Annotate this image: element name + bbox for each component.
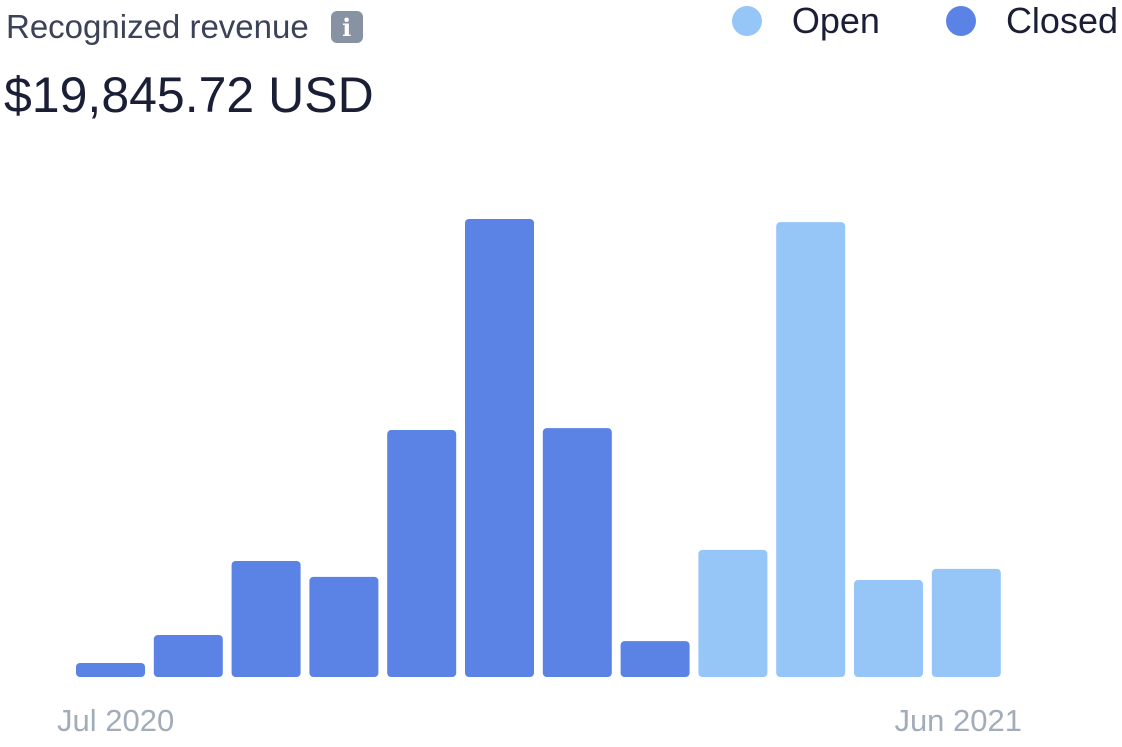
bar-open-may-2021[interactable] bbox=[854, 580, 923, 677]
bar-open-apr-2021[interactable] bbox=[776, 222, 846, 677]
bar-chart: Jul 2020 Jun 2021 bbox=[57, 219, 1022, 738]
bar-closed-jul-2020[interactable] bbox=[76, 663, 145, 677]
bar-open-jun-2021[interactable] bbox=[931, 568, 1001, 677]
bar-closed-jan-2021[interactable] bbox=[542, 428, 612, 677]
x-tick-first: Jul 2020 bbox=[57, 703, 174, 738]
x-tick-last: Jun 2021 bbox=[894, 703, 1022, 738]
bar-closed-aug-2020[interactable] bbox=[153, 635, 223, 677]
bar-closed-feb-2021[interactable] bbox=[620, 641, 690, 677]
bar-closed-sep-2020[interactable] bbox=[231, 560, 301, 677]
bar-closed-oct-2020[interactable] bbox=[309, 576, 379, 677]
bar-closed-dec-2020[interactable] bbox=[465, 219, 534, 677]
bar-closed-nov-2020[interactable] bbox=[387, 430, 457, 677]
bar-open-mar-2021[interactable] bbox=[698, 549, 768, 677]
